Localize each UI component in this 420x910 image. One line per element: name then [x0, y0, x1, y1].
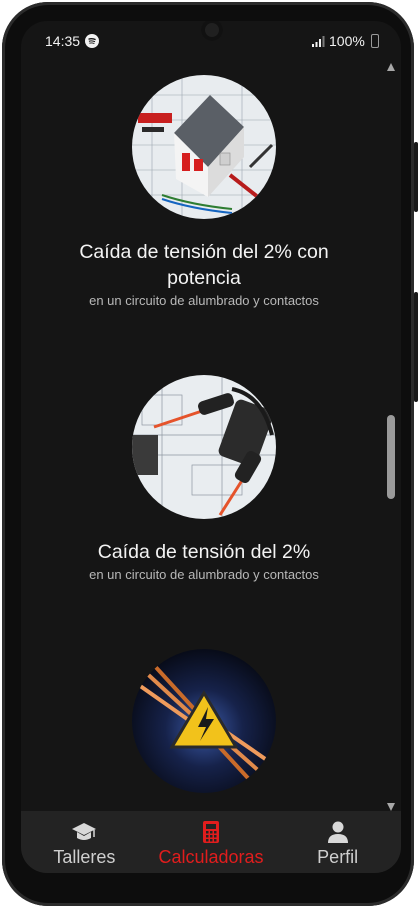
multimeter-probes-image	[132, 375, 276, 519]
calculator-list[interactable]: Caída de tensión del 2% con potencia en …	[21, 61, 401, 811]
phone-frame: 14:35 100% Caída de tensión del 2% con p…	[2, 2, 418, 906]
nav-label: Perfil	[317, 847, 359, 867]
nav-item-perfil[interactable]: Perfil	[274, 811, 401, 873]
graduation-cap-icon	[72, 823, 97, 840]
battery-percent: 100%	[329, 33, 365, 49]
nav-label: Talleres	[53, 847, 116, 867]
house-and-tools-image	[132, 75, 276, 219]
scroll-thumb[interactable]	[387, 415, 395, 499]
calculator-icon	[203, 821, 219, 843]
cables-warning-image	[132, 649, 276, 793]
bottom-nav: Talleres Calculadoras Perfil	[21, 811, 401, 873]
status-bar: 14:35 100%	[21, 21, 401, 61]
volume-button	[414, 142, 418, 212]
calculator-card[interactable]: Caída de tensión del 2% en un circuito d…	[21, 375, 387, 582]
screen: 14:35 100% Caída de tensión del 2% con p…	[21, 21, 401, 873]
scroll-down-arrow-icon[interactable]	[387, 803, 395, 811]
battery-icon	[371, 34, 379, 48]
calculator-card[interactable]	[21, 649, 387, 793]
calculator-card[interactable]: Caída de tensión del 2% con potencia en …	[21, 75, 387, 308]
spotify-icon	[85, 34, 99, 48]
nav-item-talleres[interactable]: Talleres	[21, 811, 148, 873]
signal-icon	[312, 36, 325, 47]
user-icon	[327, 821, 348, 843]
card-subtitle: en un circuito de alumbrado y contactos	[89, 293, 319, 308]
card-title: Caída de tensión del 2% con potencia	[79, 241, 329, 289]
front-camera-icon	[201, 21, 223, 41]
scrollbar[interactable]	[387, 63, 395, 811]
nav-label: Calculadoras	[158, 847, 264, 867]
nav-item-calculadoras[interactable]: Calculadoras	[148, 811, 275, 873]
card-subtitle: en un circuito de alumbrado y contactos	[89, 567, 319, 582]
status-time: 14:35	[45, 33, 81, 49]
card-title: Caída de tensión del 2%	[97, 541, 311, 563]
scroll-up-arrow-icon[interactable]	[387, 63, 395, 71]
power-button	[414, 292, 418, 402]
